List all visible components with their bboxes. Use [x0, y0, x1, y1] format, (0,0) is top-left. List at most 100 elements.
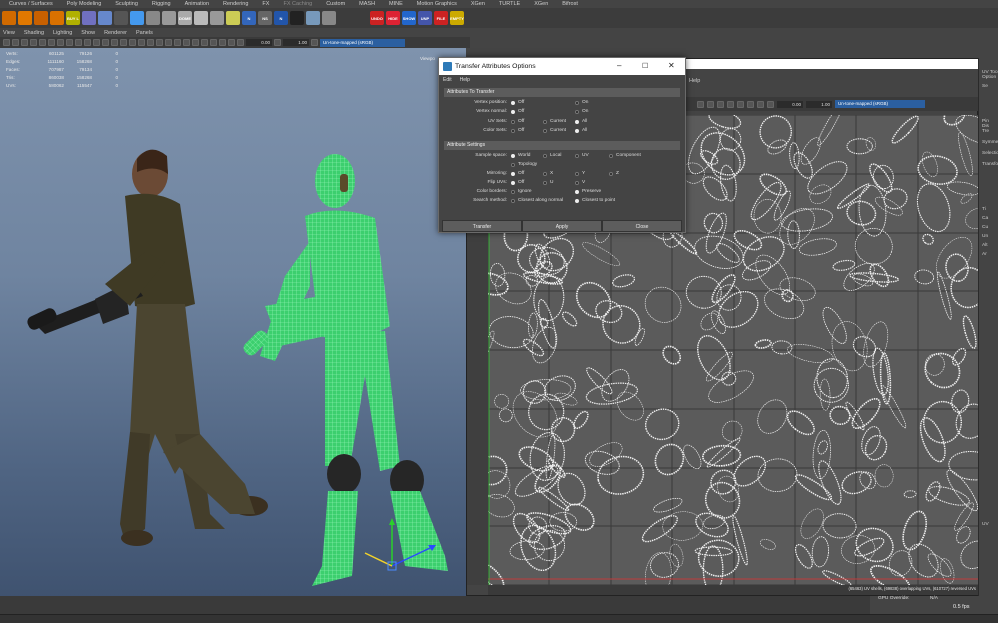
close-button[interactable]: Close: [602, 220, 682, 232]
distortion-icon[interactable]: [717, 100, 724, 108]
undo-icon[interactable]: UNDO: [370, 11, 384, 25]
menu-lighting[interactable]: Lighting: [53, 30, 72, 36]
toolkit-item[interactable]: Un: [982, 234, 998, 239]
motion-blur-icon[interactable]: [174, 39, 181, 46]
shelf-tab[interactable]: Poly Modeling: [60, 1, 109, 7]
hide-icon[interactable]: HIDE: [386, 11, 400, 25]
lamp-icon[interactable]: [210, 11, 224, 25]
apply-button[interactable]: Apply: [522, 220, 602, 232]
default-material-icon[interactable]: [120, 39, 127, 46]
minimize-icon[interactable]: –: [617, 61, 621, 70]
image-range-icon[interactable]: [737, 100, 744, 108]
move-manipulator[interactable]: [360, 518, 440, 578]
flip-uvs-off[interactable]: Off: [511, 180, 524, 185]
uv-sets-all[interactable]: All: [575, 119, 587, 124]
menu-renderer[interactable]: Renderer: [104, 30, 127, 36]
anti-alias-icon[interactable]: [183, 39, 190, 46]
gamma-icon[interactable]: [274, 39, 281, 46]
menu-view[interactable]: View: [3, 30, 15, 36]
wireframe-icon[interactable]: [102, 39, 109, 46]
section-attribute-settings[interactable]: Attribute Settings: [444, 141, 680, 150]
exposure-field[interactable]: 0.00: [246, 39, 272, 46]
sample-space-topology[interactable]: Topology: [511, 162, 537, 167]
color-sets-all[interactable]: All: [575, 128, 587, 133]
plane-icon[interactable]: [322, 11, 336, 25]
search-method-closest-to-point[interactable]: Closest to point: [575, 198, 615, 203]
orange-icon[interactable]: [18, 11, 32, 25]
uv-menu-help[interactable]: Help: [689, 78, 700, 84]
toolkit-options[interactable]: Option: [982, 75, 998, 80]
toolkit-item[interactable]: Ar: [982, 252, 998, 257]
toolkit-item[interactable]: Transfo: [982, 162, 998, 167]
safe-title-icon[interactable]: [93, 39, 100, 46]
ns-icon[interactable]: NS: [258, 11, 272, 25]
orange-icon[interactable]: [2, 11, 16, 25]
flip-uvs-u[interactable]: U: [543, 180, 553, 185]
gamma-field[interactable]: 1.00: [283, 39, 309, 46]
isolate-select-icon[interactable]: [201, 39, 208, 46]
sample-space-local[interactable]: Local: [543, 153, 561, 158]
grid-icon[interactable]: [146, 11, 160, 25]
orange-icon[interactable]: [50, 11, 64, 25]
toolkit-item[interactable]: Symme: [982, 140, 998, 145]
camera-icon[interactable]: [3, 39, 10, 46]
toolkit-item[interactable]: Ca: [982, 216, 998, 221]
toolkit-item[interactable]: Tre: [982, 129, 998, 134]
section-attributes-to-transfer[interactable]: Attributes To Transfer: [444, 88, 680, 97]
menu-panels[interactable]: Panels: [136, 30, 153, 36]
display-rgb-icon[interactable]: [747, 100, 754, 108]
color-sets-off[interactable]: Off: [511, 128, 524, 133]
n-icon[interactable]: N: [274, 11, 288, 25]
uv-view-transform-dropdown[interactable]: Un-tone-mapped (sRGB): [835, 100, 925, 108]
color-sets-current[interactable]: Current: [543, 128, 566, 133]
sample-space-component[interactable]: Component: [609, 153, 641, 158]
shelf-tab[interactable]: FX: [255, 1, 276, 7]
checker-icon[interactable]: [697, 100, 704, 108]
uv-sets-off[interactable]: Off: [511, 119, 524, 124]
vertex-normal-off[interactable]: Off: [511, 109, 524, 114]
show-icon[interactable]: SHOW: [402, 11, 416, 25]
shelf-tab[interactable]: MINE: [382, 1, 410, 7]
uv-exposure-field[interactable]: 0.00: [777, 100, 803, 108]
transfer-button[interactable]: Transfer: [442, 220, 522, 232]
menu-show[interactable]: Show: [81, 30, 95, 36]
toolkit-item[interactable]: Selectio: [982, 151, 998, 156]
smooth-shade-icon[interactable]: [111, 39, 118, 46]
sphere-icon[interactable]: [98, 11, 112, 25]
toolkit-item[interactable]: Alt: [982, 243, 998, 248]
toolkit-item[interactable]: Se: [982, 84, 998, 89]
flip-uvs-v[interactable]: V: [575, 180, 585, 185]
toolkit-item[interactable]: UV: [982, 522, 998, 527]
range-slider[interactable]: [0, 614, 998, 623]
display-alpha-icon[interactable]: [757, 100, 764, 108]
color-management-icon[interactable]: [311, 39, 318, 46]
lights-icon[interactable]: [147, 39, 154, 46]
camera-attr-icon[interactable]: [12, 39, 19, 46]
view-transform-dropdown[interactable]: Un-tone-mapped (sRGB): [320, 38, 405, 47]
shelf-tab[interactable]: MASH: [352, 1, 382, 7]
shelf-tab[interactable]: Custom: [319, 1, 352, 7]
color-borders-preserve[interactable]: Preserve: [575, 189, 601, 194]
shelf-tab[interactable]: Curves / Surfaces: [2, 1, 60, 7]
sun-icon[interactable]: [226, 11, 240, 25]
shelf-tab[interactable]: Sculpting: [108, 1, 145, 7]
shelf-tab[interactable]: XGen: [464, 1, 492, 7]
buy-live-icon[interactable]: BUY L: [66, 11, 80, 25]
vertex-normal-on[interactable]: On: [575, 109, 588, 114]
pin-icon[interactable]: [162, 11, 176, 25]
shelf-tab[interactable]: Rigging: [145, 1, 178, 7]
maximize-icon[interactable]: ☐: [642, 62, 648, 70]
shelf-tab[interactable]: Motion Graphics: [410, 1, 464, 7]
mirroring-y[interactable]: Y: [575, 171, 585, 176]
menu-shading[interactable]: Shading: [24, 30, 44, 36]
vertex-position-off[interactable]: Off: [511, 100, 524, 105]
wireframe-on-shaded-icon[interactable]: [129, 39, 136, 46]
n-icon[interactable]: N: [242, 11, 256, 25]
torus-icon[interactable]: [130, 11, 144, 25]
mirroring-z[interactable]: Z: [609, 171, 619, 176]
mesh-icon[interactable]: [306, 11, 320, 25]
shelf-tab[interactable]: XGen: [527, 1, 555, 7]
exposure-icon[interactable]: [237, 39, 244, 46]
resolution-gate-icon[interactable]: [57, 39, 64, 46]
toolkit-item[interactable]: Ti: [982, 207, 998, 212]
